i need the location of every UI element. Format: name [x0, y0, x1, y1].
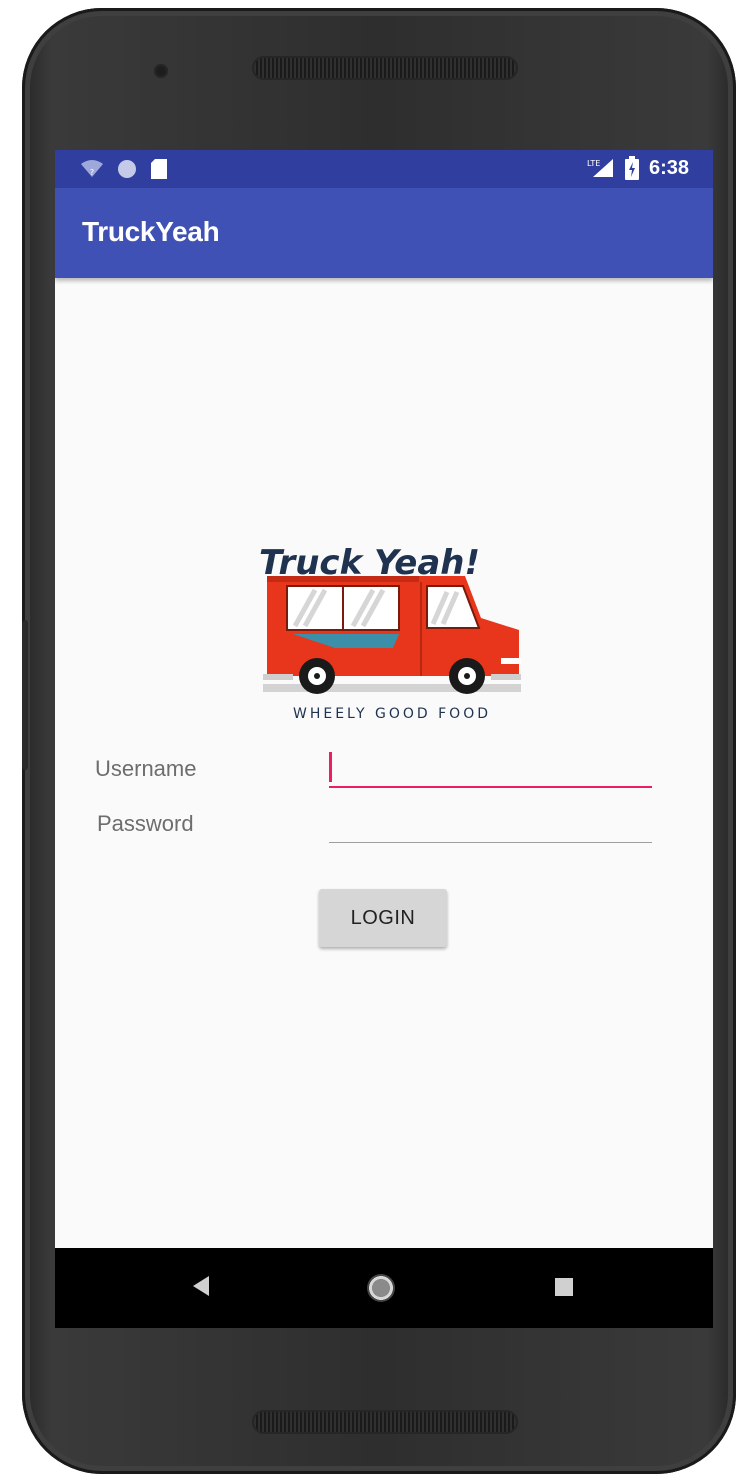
lte-signal-icon: LTE — [587, 159, 613, 177]
home-icon[interactable] — [367, 1274, 395, 1302]
logo-tagline: WHEELY GOOD FOOD — [293, 706, 491, 722]
login-button[interactable]: LOGIN — [319, 889, 447, 947]
side-button — [22, 620, 28, 770]
password-label: Password — [97, 811, 194, 836]
app-bar: TruckYeah — [55, 188, 713, 278]
svg-text:LTE: LTE — [587, 159, 600, 168]
username-label: Username — [95, 756, 197, 781]
password-field[interactable] — [329, 803, 652, 843]
status-time: 6:38 — [648, 156, 689, 179]
status-bar: ? LTE 6:38 — [55, 150, 713, 188]
front-camera — [154, 64, 168, 78]
truck-yeah-logo: Truck Yeah! WHEELY GOOD FOOD — [259, 543, 521, 722]
battery-icon — [624, 156, 639, 180]
bottom-speaker — [252, 1410, 518, 1434]
top-speaker — [252, 56, 518, 80]
app-title: TruckYeah — [82, 216, 220, 247]
svg-text:?: ? — [90, 168, 94, 177]
navigation-bar — [55, 1248, 713, 1328]
recents-icon[interactable] — [555, 1278, 573, 1296]
sd-card-icon — [151, 159, 167, 179]
wifi-icon: ? — [81, 160, 103, 177]
text-cursor — [329, 752, 332, 782]
username-field[interactable] — [329, 748, 652, 788]
back-icon[interactable] — [193, 1276, 209, 1296]
data-saver-icon — [118, 160, 136, 178]
screen: ? LTE 6:38 TruckYeah Truck Yeah! WHEELY … — [55, 150, 713, 1328]
